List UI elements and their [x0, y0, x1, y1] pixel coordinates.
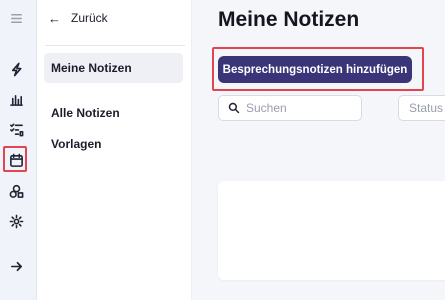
menu-icon[interactable] — [6, 8, 26, 28]
chart-icon[interactable] — [6, 89, 26, 109]
gear-icon[interactable] — [6, 211, 26, 231]
calendar-icon[interactable] — [3, 146, 27, 172]
page-title: Meine Notizen — [218, 8, 360, 31]
main-content: Meine Notizen Besprechungsnotizen hinzuf… — [192, 0, 445, 300]
arrow-right-icon[interactable] — [6, 256, 26, 276]
divider — [45, 45, 185, 46]
search-icon — [228, 102, 240, 114]
icon-rail — [0, 0, 37, 300]
checklist-icon[interactable] — [6, 119, 26, 139]
subnav-item-meine-notizen[interactable]: Meine Notizen — [44, 53, 183, 83]
status-filter[interactable]: Status — [398, 95, 445, 121]
subnav-item-alle-notizen[interactable]: Alle Notizen — [44, 98, 183, 128]
notes-card — [218, 181, 445, 280]
back-link[interactable]: ← Zurück — [48, 9, 108, 27]
search-field[interactable] — [218, 95, 362, 121]
search-input[interactable] — [246, 101, 356, 115]
add-meeting-notes-button[interactable]: Besprechungsnotizen hinzufügen — [218, 56, 412, 83]
subnav-item-vorlagen[interactable]: Vorlagen — [44, 129, 183, 159]
bolt-icon[interactable] — [6, 59, 26, 79]
shapes-icon[interactable] — [6, 181, 26, 201]
add-button-highlight: Besprechungsnotizen hinzufügen — [212, 47, 424, 91]
arrow-left-icon: ← — [48, 10, 61, 26]
notes-subnav: ← Zurück Meine Notizen Alle Notizen Vorl… — [37, 0, 192, 300]
back-label: Zurück — [71, 11, 108, 25]
